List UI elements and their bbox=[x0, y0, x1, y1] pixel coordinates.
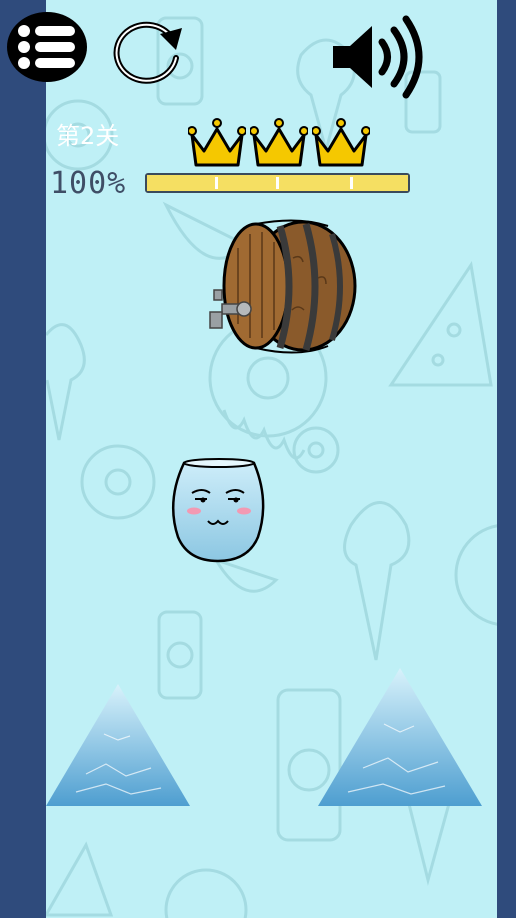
menu-list-icon bbox=[18, 25, 75, 69]
water-barrel[interactable] bbox=[208, 218, 358, 358]
ice-obstacle bbox=[318, 668, 482, 806]
progress-star-marker bbox=[276, 177, 279, 189]
crown-icon bbox=[188, 118, 246, 167]
crown-icon bbox=[250, 118, 308, 167]
restart-button[interactable] bbox=[110, 16, 188, 84]
progress-star-marker bbox=[215, 177, 218, 189]
fill-percent-label: 100% bbox=[50, 166, 127, 201]
fill-progress-bar bbox=[145, 173, 410, 193]
ice-obstacle bbox=[46, 684, 190, 806]
crown-rating bbox=[188, 115, 370, 171]
game-screen: 第2关 100% bbox=[0, 0, 516, 918]
sound-button[interactable] bbox=[330, 14, 425, 99]
progress-star-marker bbox=[350, 177, 353, 189]
sound-on-icon bbox=[333, 15, 423, 99]
level-label: 第2关 bbox=[56, 122, 120, 150]
menu-button[interactable] bbox=[7, 12, 87, 82]
restart-icon bbox=[113, 21, 182, 84]
crown-icon bbox=[312, 118, 370, 167]
cup-character bbox=[172, 458, 265, 563]
